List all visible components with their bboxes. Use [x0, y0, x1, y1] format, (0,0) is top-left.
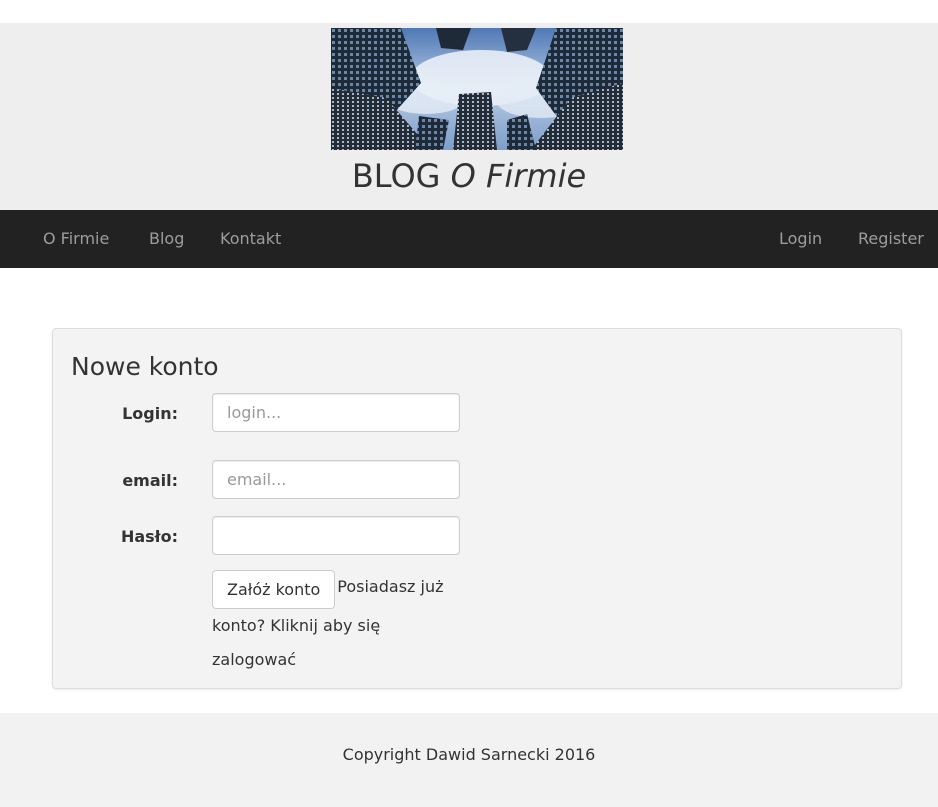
- email-input[interactable]: [212, 460, 460, 499]
- site-title-italic: O Firmie: [450, 157, 587, 195]
- site-title-plain: BLOG: [351, 157, 451, 195]
- submit-area: Załóż konto Posiadasz już konto? Kliknij …: [212, 570, 467, 677]
- header-skyscraper-image: [331, 28, 623, 150]
- page-header: BLOG O Firmie: [0, 23, 938, 210]
- login-label: Login:: [122, 404, 178, 423]
- email-label: email:: [122, 471, 178, 490]
- page-footer: Copyright Dawid Sarnecki 2016: [0, 713, 938, 807]
- password-input[interactable]: [212, 516, 460, 555]
- nav-link-login[interactable]: Login: [779, 210, 822, 268]
- login-input[interactable]: [212, 393, 460, 432]
- nav-link-kontakt[interactable]: Kontakt: [220, 210, 281, 268]
- register-panel: Nowe konto Login: email: Hasło: Załóż ko…: [52, 328, 902, 689]
- nav-link-blog[interactable]: Blog: [149, 210, 184, 268]
- password-label: Hasło:: [120, 527, 178, 546]
- nav-link-register[interactable]: Register: [858, 210, 924, 268]
- copyright-text: Copyright Dawid Sarnecki 2016: [342, 745, 596, 764]
- main-navbar: O Firmie Blog Kontakt Login Register: [0, 210, 938, 268]
- site-title: BLOG O Firmie: [0, 156, 938, 196]
- create-account-button[interactable]: Załóż konto: [212, 570, 336, 609]
- form-title: Nowe konto: [71, 352, 219, 381]
- nav-link-o-firmie[interactable]: O Firmie: [43, 210, 109, 268]
